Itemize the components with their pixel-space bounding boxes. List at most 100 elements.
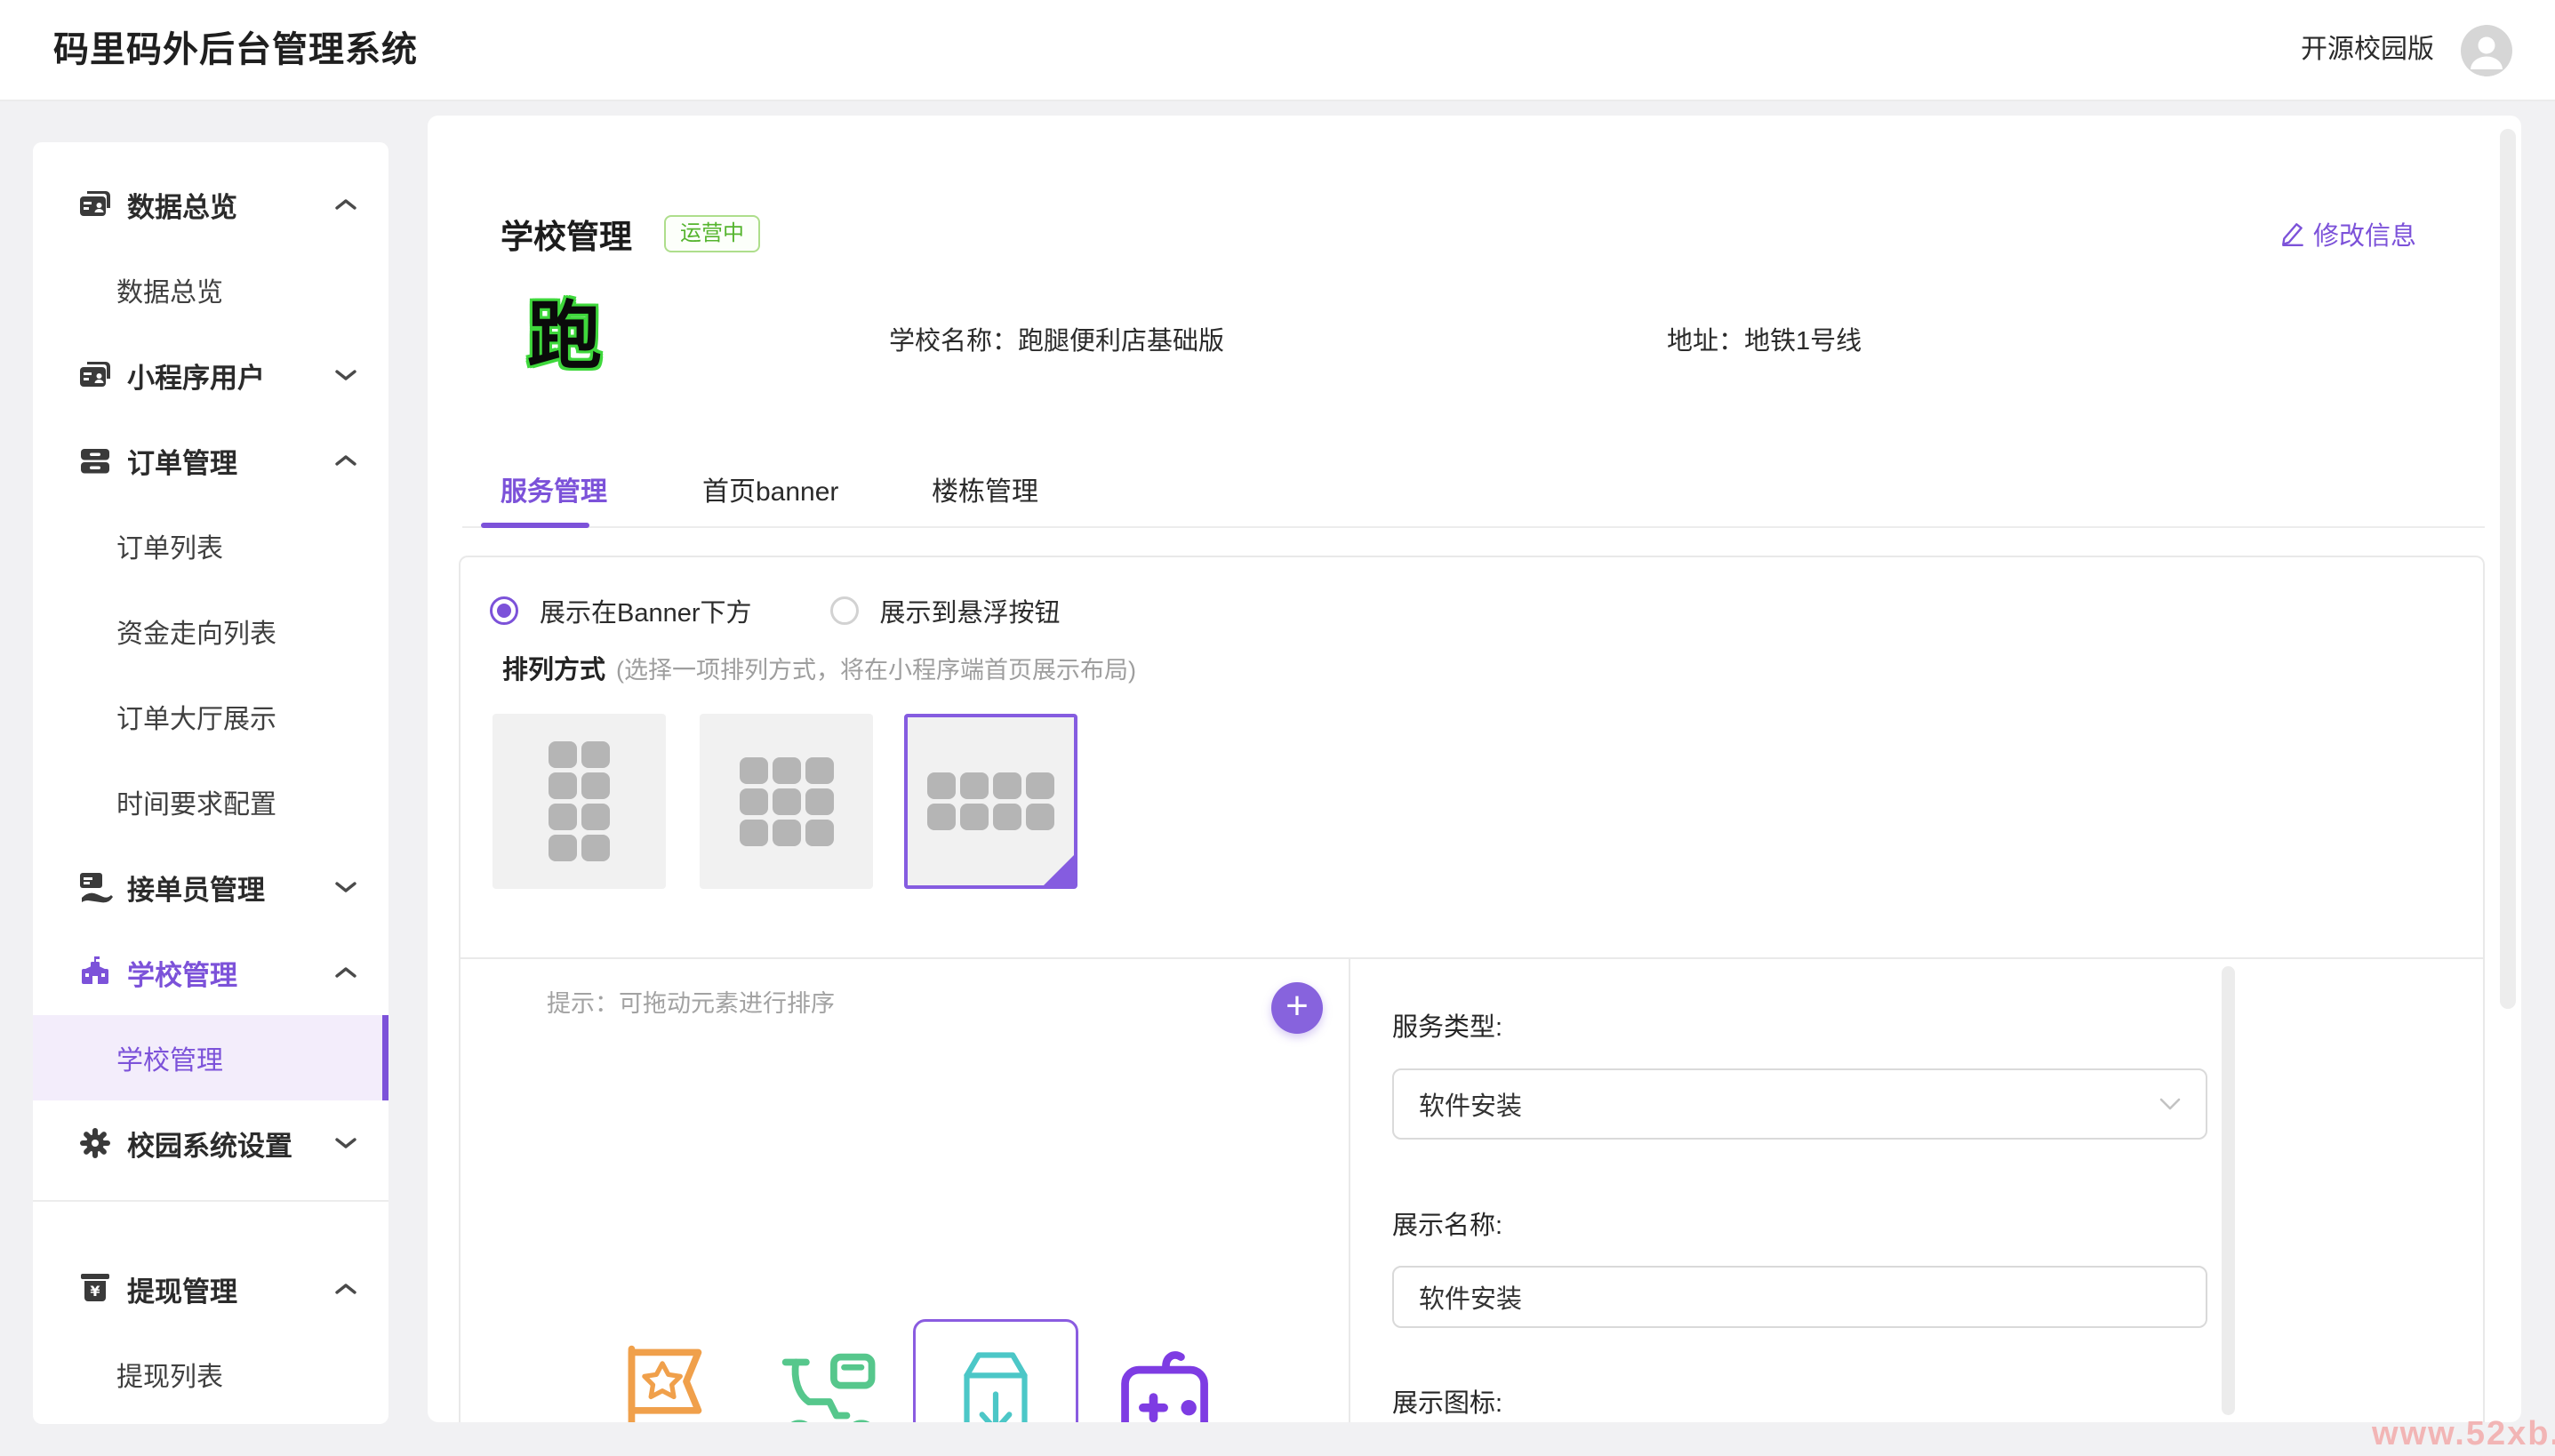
arrangement-option-4col-selected[interactable] (904, 714, 1077, 889)
arrangement-header: 排列方式 (选择一项排列方式，将在小程序端首页展示布局) (502, 649, 1136, 686)
sidebar-subitem-data-overview[interactable]: 数据总览 (33, 247, 388, 332)
grid-preview-2x4 (549, 741, 610, 861)
grid-cell (581, 835, 610, 861)
sidebar-item-school-management[interactable]: 学校管理 (33, 930, 388, 1015)
sidebar-item-label: 资金走向列表 (116, 612, 276, 651)
sidebar-item-label: 订单列表 (116, 526, 223, 565)
radio-banner-below-label: 展示在Banner下方 (540, 592, 752, 629)
arrangement-option-3col[interactable] (700, 714, 873, 889)
sidebar-subitem-order-hall[interactable]: 订单大厅展示 (33, 674, 388, 759)
grid-cell (581, 804, 610, 830)
gear-icon (76, 1124, 115, 1163)
flag-star-icon (620, 1340, 709, 1422)
chevron-down-icon (333, 879, 358, 895)
sidebar-item-label: 校园系统设置 (127, 1124, 292, 1164)
sidebar-item-withdraw-management[interactable]: ¥ 提现管理 (33, 1246, 388, 1332)
grid-cell (581, 741, 610, 768)
user-avatar[interactable] (2461, 25, 2512, 76)
school-building-icon (76, 953, 115, 992)
add-service-button[interactable]: + (1271, 982, 1323, 1034)
sidebar-subitem-school-management[interactable]: 学校管理 (33, 1015, 388, 1100)
drawer-stack-icon (76, 441, 115, 480)
sidebar-item-label: 学校管理 (127, 953, 237, 993)
radio-banner-below[interactable] (490, 596, 518, 625)
grid-cell (993, 804, 1021, 830)
display-position-radios: 展示在Banner下方 展示到悬浮按钮 (490, 588, 1061, 633)
sidebar-item-label: 时间要求配置 (116, 782, 276, 821)
grid-cell (993, 772, 1021, 799)
service-item-scooter[interactable] (775, 1347, 887, 1422)
school-address-text: 地址：地铁1号线 (1667, 320, 1862, 357)
grid-cell (581, 772, 610, 799)
selected-corner-mark (1043, 854, 1075, 886)
sidebar-item-label: 订单管理 (127, 441, 237, 481)
service-settings-panel: 展示在Banner下方 展示到悬浮按钮 排列方式 (选择一项排列方式，将在小程序… (459, 556, 2485, 1422)
sidebar-subitem-fund-flow-list[interactable]: 资金走向列表 (33, 588, 388, 674)
grid-cell (960, 804, 989, 830)
grid-cell (740, 820, 768, 846)
sidebar-item-label: 订单大厅展示 (116, 697, 276, 736)
radio-float-button-label: 展示到悬浮按钮 (880, 592, 1061, 629)
content-scrollbar-thumb[interactable] (2500, 129, 2516, 1009)
chevron-up-icon (333, 1281, 358, 1297)
sidebar-item-order-management[interactable]: 订单管理 (33, 418, 388, 503)
sidebar: 数据总览 数据总览 小程序用户 (33, 142, 388, 1424)
grid-cell (549, 741, 577, 768)
grid-cell (805, 757, 834, 784)
sidebar-subitem-order-list[interactable]: 订单列表 (33, 503, 388, 588)
grid-cell (773, 820, 801, 846)
delivery-scooter-icon (775, 1347, 887, 1422)
service-item-gamepad[interactable] (1113, 1344, 1220, 1422)
grid-preview-3x3 (740, 757, 834, 846)
grid-cell (805, 788, 834, 815)
sidebar-subitem-time-config[interactable]: 时间要求配置 (33, 759, 388, 844)
grid-cell (549, 804, 577, 830)
sidebar-item-miniprogram-users[interactable]: 小程序用户 (33, 332, 388, 418)
sidebar-item-label: 接单员管理 (127, 868, 265, 908)
service-type-label: 服务类型: (1392, 1006, 1502, 1044)
grid-cell (1026, 772, 1054, 799)
service-type-select[interactable]: 软件安装 (1392, 1068, 2207, 1140)
display-name-input[interactable] (1392, 1266, 2207, 1328)
grid-cell (927, 772, 956, 799)
sidebar-item-campus-settings[interactable]: 校园系统设置 (33, 1100, 388, 1186)
id-cards-icon (76, 185, 115, 224)
school-logo: 跑 (520, 292, 609, 380)
service-item-software-install-selected[interactable] (913, 1319, 1078, 1422)
tab-building-management[interactable]: 楼栋管理 (932, 469, 1038, 508)
select-chevron-down-icon (2159, 1098, 2181, 1111)
grid-cell (773, 788, 801, 815)
tab-service-management[interactable]: 服务管理 (501, 469, 607, 508)
tab-home-banner[interactable]: 首页banner (702, 469, 838, 508)
grid-cell (549, 772, 577, 799)
sidebar-item-data-overview[interactable]: 数据总览 (33, 162, 388, 247)
arrangement-option-2col[interactable] (493, 714, 666, 889)
radio-float-button[interactable] (830, 596, 859, 625)
atm-yen-icon: ¥ (76, 1269, 115, 1308)
user-icon (2461, 25, 2512, 76)
grid-preview-4x2 (927, 772, 1054, 830)
sidebar-item-label: 小程序用户 (127, 356, 265, 396)
form-scrollbar-thumb[interactable] (2222, 966, 2235, 1415)
sidebar-item-label: 数据总览 (116, 270, 223, 309)
grid-cell (740, 757, 768, 784)
grid-cell (805, 820, 834, 846)
sidebar-item-label: 提现管理 (127, 1269, 237, 1309)
edition-label: 开源校园版 (2301, 0, 2434, 100)
app-root: 码里码外后台管理系统 开源校园版 数据总览 数据总览 (0, 0, 2555, 1456)
chevron-up-icon (333, 452, 358, 468)
grid-cell (773, 757, 801, 784)
sidebar-item-courier-management[interactable]: 接单员管理 (33, 844, 388, 930)
page-title: 学校管理 (501, 210, 632, 258)
display-name-label: 展示名称: (1392, 1204, 1502, 1242)
status-badge: 运营中 (664, 215, 760, 253)
edit-info-link[interactable]: 修改信息 (2279, 215, 2416, 252)
id-cards-icon (76, 356, 115, 395)
sort-panel-vertical-divider (1349, 959, 1350, 1422)
service-item-flag[interactable] (620, 1340, 709, 1422)
sidebar-subitem-withdraw-list[interactable]: 提现列表 (33, 1332, 388, 1417)
sidebar-item-label: 数据总览 (127, 185, 237, 225)
sort-panel-divider (461, 957, 2483, 959)
game-controller-icon (1113, 1344, 1220, 1422)
grid-cell (740, 788, 768, 815)
